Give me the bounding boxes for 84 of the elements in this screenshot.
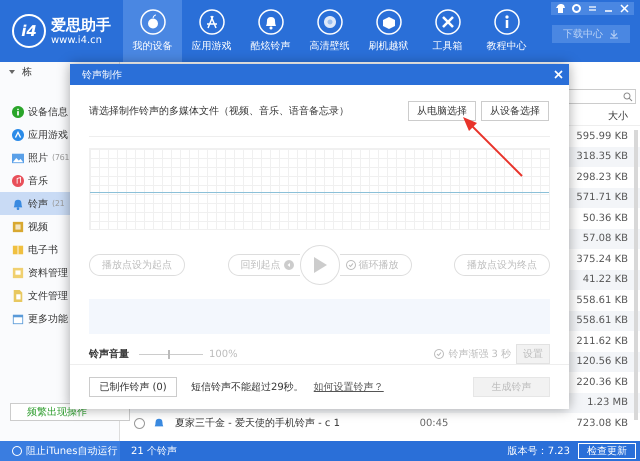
table-cell: 723.08 KB xyxy=(576,418,628,429)
item-label: 应用游戏 xyxy=(28,128,68,142)
nav-tab[interactable]: 刷机越狱 xyxy=(359,0,418,62)
table-cell: 211.62 KB xyxy=(576,336,628,347)
item-count: (761 xyxy=(52,153,70,162)
table-cell: 220.36 KB xyxy=(576,376,628,388)
item-label: 音乐 xyxy=(28,174,48,188)
menu-icon[interactable] xyxy=(588,4,597,13)
table-cell: 558.61 KB xyxy=(576,315,628,326)
table-cell: 571.71 KB xyxy=(576,192,628,204)
info-icon xyxy=(494,9,520,35)
search-icon xyxy=(623,92,633,102)
check-circle-icon xyxy=(434,349,444,360)
bell-icon xyxy=(258,9,284,35)
apple-icon xyxy=(140,9,166,35)
document-icon xyxy=(12,266,24,278)
table-cell: 50.36 KB xyxy=(582,212,628,224)
table-cell: 558.61 KB xyxy=(576,294,628,306)
nav-tab[interactable]: 工具箱 xyxy=(418,0,477,62)
rewind-icon xyxy=(284,260,294,270)
bell-icon xyxy=(12,198,24,210)
item-label: 电子书 xyxy=(28,244,58,256)
logo-mark: i4 xyxy=(12,14,46,48)
version-text: 版本号：7.23 xyxy=(508,444,570,458)
nav-tab[interactable]: 应用游戏 xyxy=(182,0,241,62)
item-label: 更多功能 xyxy=(28,312,68,326)
table-cell: 57.08 KB xyxy=(582,233,628,244)
item-label: 照片 xyxy=(28,152,48,164)
help-link[interactable]: 如何设置铃声？ xyxy=(314,380,384,394)
item-label: 铃声 xyxy=(28,198,48,210)
file-icon xyxy=(12,290,24,302)
close-icon[interactable] xyxy=(620,4,629,13)
annotation-arrow xyxy=(463,117,523,177)
app-name: 爱思助手 xyxy=(51,16,111,35)
fade-label: 铃声渐强 3 秒 xyxy=(448,348,511,362)
update-button[interactable]: 检查更新 xyxy=(578,443,636,459)
nav-tab[interactable]: 酷炫铃声 xyxy=(241,0,300,62)
box-icon xyxy=(376,9,402,35)
status-text: 阻止iTunes自动运行 xyxy=(26,444,118,458)
photo-icon xyxy=(12,152,24,164)
bell-icon xyxy=(153,417,165,430)
item-label: 视频 xyxy=(28,220,48,234)
play-icon xyxy=(312,256,326,273)
table-cell-text: 夏家三千金 - 爱天使的手机铃声 - c 1 xyxy=(175,416,340,430)
made-ringtones-button[interactable]: 已制作铃声 (0) xyxy=(89,377,177,398)
source-button[interactable]: 从电脑选择 xyxy=(408,101,476,122)
table-cell: 120.56 KB xyxy=(576,356,628,368)
item-label: 资料管理 xyxy=(28,266,68,280)
website-url: www.i4.cn xyxy=(51,35,103,46)
item-count: (21 xyxy=(52,199,64,208)
app-store-icon xyxy=(12,128,24,140)
close-icon[interactable] xyxy=(554,70,563,80)
table-cell: 595.99 KB xyxy=(576,130,628,142)
table-cell: 1.23 MB xyxy=(587,397,628,408)
dialog-title: 铃声制作 xyxy=(82,68,123,82)
check-circle-icon xyxy=(346,260,356,270)
nav-tab[interactable]: 我的设备 xyxy=(123,0,182,62)
note-text: 短信铃声不能超过29秒。 xyxy=(191,380,304,394)
table-cell: 298.23 KB xyxy=(576,172,628,183)
table-cell: 00:45 xyxy=(420,418,448,429)
info-icon xyxy=(12,106,24,118)
scrollbar[interactable] xyxy=(634,130,638,420)
app-store-icon xyxy=(198,9,224,35)
table-cell: 375.24 KB xyxy=(576,254,628,265)
volume-reading: 100% xyxy=(209,348,238,360)
table-cell: 41.22 KB xyxy=(582,274,628,286)
nav-tab[interactable]: 教程中心 xyxy=(477,0,536,62)
nav-tab[interactable]: 高清壁纸 xyxy=(300,0,359,62)
source-button[interactable]: 从设备选择 xyxy=(481,101,549,122)
prompt-text: 请选择制作铃声的多媒体文件（视频、音乐、语音备忘录） xyxy=(89,104,350,118)
item-label: 文件管理 xyxy=(28,290,68,302)
volume-label: 铃声音量 xyxy=(89,347,129,362)
download-icon xyxy=(609,29,619,39)
table-cell: 318.35 KB xyxy=(576,151,628,162)
radio-button[interactable] xyxy=(134,418,145,429)
film-icon xyxy=(12,220,24,232)
book-icon xyxy=(12,244,24,256)
shirt-icon[interactable] xyxy=(556,4,565,13)
slider-thumb[interactable] xyxy=(168,350,170,359)
status-text: 21 个铃声 xyxy=(131,444,177,458)
column-header: 大小 xyxy=(608,110,628,123)
device-name: 栋 xyxy=(22,66,32,79)
calendar-icon xyxy=(12,312,24,324)
item-label: 设备信息 xyxy=(28,106,68,118)
